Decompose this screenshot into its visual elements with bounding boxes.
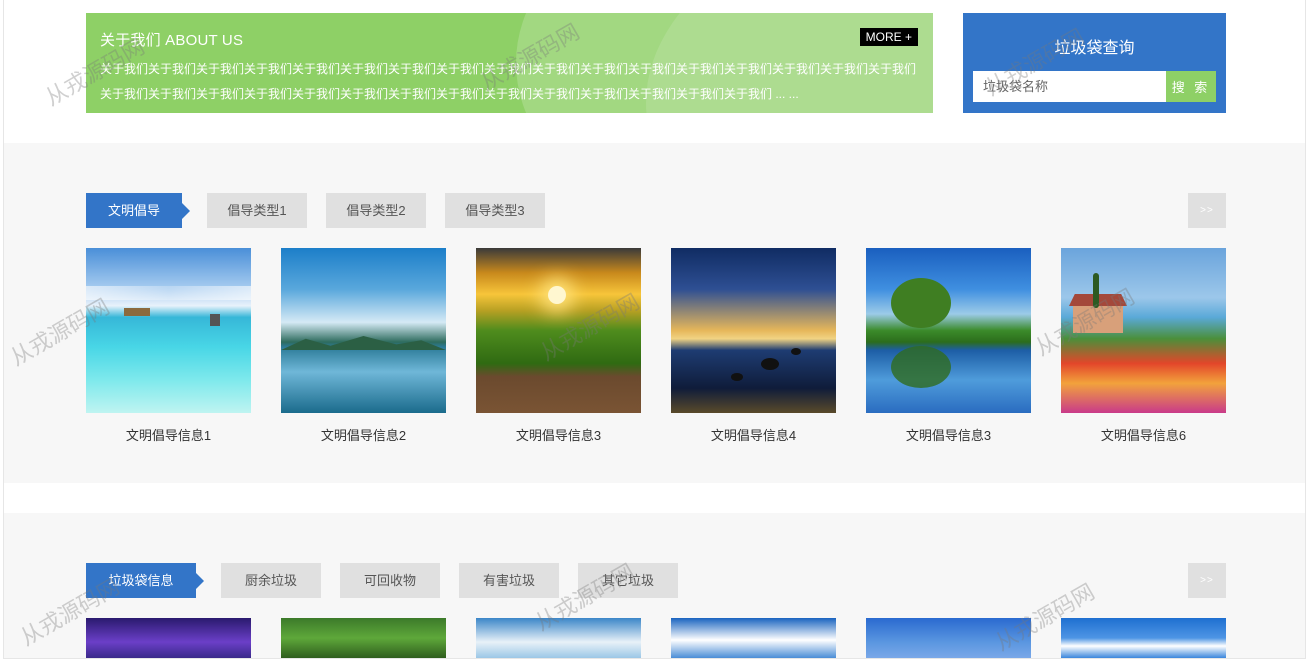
clouds-sky-image[interactable] (476, 618, 641, 658)
item-caption: 文明倡导信息4 (710, 428, 797, 443)
item-caption: 文明倡导信息2 (320, 428, 407, 443)
tab-kitchen-waste[interactable]: 厨余垃圾 (221, 563, 321, 598)
item-caption: 文明倡导信息3 (515, 428, 602, 443)
about-us-text: 关于我们关于我们关于我们关于我们关于我们关于我们关于我们关于我们关于我们关于我们… (100, 62, 917, 101)
purple-sky-image[interactable] (86, 618, 251, 658)
civilization-section: 文明倡导 倡导类型1 倡导类型2 倡导类型3 >> 文明倡导信息1 文明倡导信息… (4, 143, 1305, 483)
tab-bag-info[interactable]: 垃圾袋信息 (86, 563, 204, 598)
blue-sky-clouds-image[interactable] (671, 618, 836, 658)
dusk-shore-rocks-image[interactable] (671, 248, 836, 413)
list-item[interactable] (1061, 618, 1226, 658)
list-item[interactable]: 文明倡导信息6 (1061, 248, 1226, 444)
bag-search-panel: 垃圾袋查询 搜 索 (963, 13, 1226, 113)
tab-type-3[interactable]: 倡导类型3 (445, 193, 545, 228)
search-button[interactable]: 搜 索 (1166, 71, 1216, 102)
list-item[interactable]: 文明倡导信息1 (86, 248, 251, 444)
list-item[interactable]: 文明倡导信息3 (866, 248, 1031, 444)
list-item[interactable]: 文明倡导信息4 (671, 248, 836, 444)
item-caption: 文明倡导信息3 (905, 428, 992, 443)
painted-seaside-cottage-image[interactable] (1061, 248, 1226, 413)
tropical-lagoon-image[interactable] (86, 248, 251, 413)
bag-name-input[interactable] (973, 71, 1167, 102)
tab-recyclables[interactable]: 可回收物 (340, 563, 440, 598)
tab-hazardous-waste[interactable]: 有害垃圾 (459, 563, 559, 598)
section2-more-button[interactable]: >> (1188, 563, 1226, 598)
about-more-button[interactable]: MORE + (859, 28, 918, 46)
list-item[interactable] (476, 618, 641, 658)
tab-other-waste[interactable]: 其它垃圾 (578, 563, 678, 598)
section1-more-button[interactable]: >> (1188, 193, 1226, 228)
tab-type-1[interactable]: 倡导类型1 (207, 193, 307, 228)
item-caption: 文明倡导信息6 (1100, 428, 1187, 443)
list-item[interactable]: 文明倡导信息3 (476, 248, 641, 444)
list-item[interactable] (281, 618, 446, 658)
sunset-forest-deck-image[interactable] (476, 248, 641, 413)
list-item[interactable]: 文明倡导信息2 (281, 248, 446, 444)
green-trees-image[interactable] (281, 618, 446, 658)
list-item[interactable] (671, 618, 836, 658)
tab-civilization[interactable]: 文明倡导 (86, 193, 190, 228)
blue-sky-image[interactable] (866, 618, 1031, 658)
tree-reflection-lake-image[interactable] (866, 248, 1031, 413)
about-us-title: 关于我们 ABOUT US (100, 32, 244, 49)
garbage-bag-section: 垃圾袋信息 厨余垃圾 可回收物 有害垃圾 其它垃圾 >> (4, 513, 1305, 658)
list-item[interactable] (86, 618, 251, 658)
about-us-panel: 关于我们 ABOUT US MORE + 关于我们关于我们关于我们关于我们关于我… (86, 13, 933, 113)
tab-type-2[interactable]: 倡导类型2 (326, 193, 426, 228)
blue-sky-cloud-image[interactable] (1061, 618, 1226, 658)
page-frame: 关于我们 ABOUT US MORE + 关于我们关于我们关于我们关于我们关于我… (3, 0, 1306, 659)
item-caption: 文明倡导信息1 (125, 428, 212, 443)
list-item[interactable] (866, 618, 1031, 658)
lake-mountains-image[interactable] (281, 248, 446, 413)
bag-search-title: 垃圾袋查询 (1054, 40, 1135, 57)
